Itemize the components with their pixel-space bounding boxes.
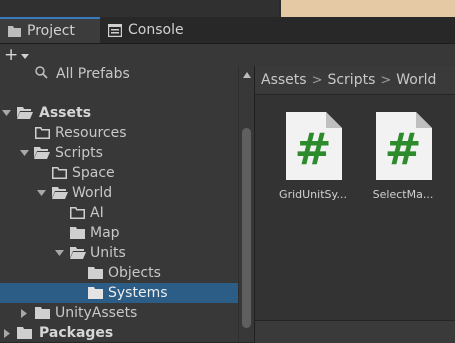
- open-folder-icon: [34, 147, 50, 163]
- tree-item-ai[interactable]: AI: [0, 203, 238, 223]
- tree-item-label: Assets: [39, 105, 92, 121]
- folder-icon: [35, 127, 50, 143]
- csharp-script-icon: #: [284, 112, 342, 180]
- folder-icon: [52, 167, 67, 183]
- folder-icon: [88, 287, 103, 303]
- scroll-up-arrow-icon[interactable]: [243, 72, 251, 78]
- open-folder-icon: [17, 107, 33, 123]
- chevron-right-icon[interactable]: [19, 308, 29, 318]
- scene-view-sprite: [279, 0, 455, 17]
- tree-item-label: Map: [90, 225, 120, 241]
- tree-item-label: Units: [90, 245, 126, 261]
- scene-view-dark-area: [0, 0, 279, 17]
- tree-item-label: AI: [90, 205, 104, 221]
- console-icon: [108, 23, 122, 37]
- breadcrumb-separator-icon: >: [380, 72, 392, 88]
- breadcrumb-world[interactable]: World: [396, 72, 436, 88]
- svg-text:#: #: [295, 124, 332, 175]
- scrollbar-thumb[interactable]: [242, 128, 251, 328]
- tree-item-assets[interactable]: Assets: [0, 103, 238, 123]
- chevron-down-icon[interactable]: [1, 108, 11, 118]
- breadcrumb-scripts[interactable]: Scripts: [327, 72, 375, 88]
- tree-item-systems[interactable]: Systems: [0, 283, 238, 303]
- tree-item-world[interactable]: World: [0, 183, 238, 203]
- tab-bar: Project Console: [0, 17, 455, 44]
- tree-item-label: Packages: [39, 325, 114, 341]
- tree-scrollbar[interactable]: [238, 66, 254, 342]
- tab-console-label: Console: [128, 22, 184, 38]
- folder-icon: [17, 327, 32, 342]
- asset-item[interactable]: # GridUnitSy...: [270, 112, 356, 201]
- csharp-script-icon: #: [374, 112, 432, 180]
- tree-item-label: World: [72, 185, 113, 201]
- breadcrumb: Assets > Scripts > World: [255, 66, 455, 95]
- breadcrumb-assets[interactable]: Assets: [261, 72, 307, 88]
- project-folder-tree[interactable]: All Prefabs Assets Resources Scripts Spa…: [0, 66, 254, 342]
- folder-icon: [35, 307, 50, 323]
- asset-browser-footer: [255, 320, 455, 343]
- folder-icon: [8, 25, 21, 37]
- plus-icon: +: [4, 45, 19, 65]
- tree-item-map[interactable]: Map: [0, 223, 238, 243]
- tree-item-packages[interactable]: Packages: [0, 323, 238, 342]
- open-folder-icon: [70, 247, 86, 263]
- asset-item[interactable]: # SelectMa...: [360, 112, 446, 201]
- scene-view-strip: [0, 0, 455, 17]
- folder-icon: [70, 207, 85, 223]
- tree-item-objects[interactable]: Objects: [0, 263, 238, 283]
- tree-item-label: Systems: [108, 285, 168, 301]
- create-button[interactable]: +: [4, 45, 34, 65]
- folder-icon: [70, 227, 85, 243]
- tree-item-space[interactable]: Space: [0, 163, 238, 183]
- tree-item-label: UnityAssets: [55, 305, 138, 321]
- tree-item-label: All Prefabs: [56, 66, 130, 82]
- tree-item-label: Resources: [55, 125, 127, 141]
- folder-icon: [88, 267, 103, 283]
- tree-item-scripts[interactable]: Scripts: [0, 143, 238, 163]
- chevron-down-icon[interactable]: [36, 188, 46, 198]
- chevron-down-icon[interactable]: [54, 248, 64, 258]
- project-toolbar: +: [0, 44, 455, 66]
- asset-name: SelectMa...: [372, 188, 434, 201]
- tree-item-label: Space: [72, 165, 115, 181]
- chevron-down-icon: [21, 45, 30, 65]
- tree-item-label: Objects: [108, 265, 161, 281]
- chevron-down-icon[interactable]: [19, 148, 29, 158]
- asset-name: GridUnitSy...: [279, 188, 347, 201]
- search-icon: [35, 66, 48, 83]
- scene-view-edge: [280, 0, 303, 17]
- tab-project[interactable]: Project: [0, 17, 100, 43]
- breadcrumb-separator-icon: >: [311, 72, 323, 88]
- tree-item-units[interactable]: Units: [0, 243, 238, 263]
- svg-text:#: #: [385, 124, 422, 175]
- tree-item-label: Scripts: [55, 145, 103, 161]
- tree-item-unityassets[interactable]: UnityAssets: [0, 303, 238, 323]
- asset-browser: Assets > Scripts > World # GridUnitSy...…: [255, 66, 455, 343]
- tab-project-label: Project: [27, 23, 75, 39]
- tree-item-resources[interactable]: Resources: [0, 123, 238, 143]
- chevron-right-icon[interactable]: [2, 328, 12, 338]
- tree-item-all-prefabs[interactable]: All Prefabs: [0, 66, 238, 84]
- open-folder-icon: [52, 187, 68, 203]
- tab-console[interactable]: Console: [100, 17, 192, 43]
